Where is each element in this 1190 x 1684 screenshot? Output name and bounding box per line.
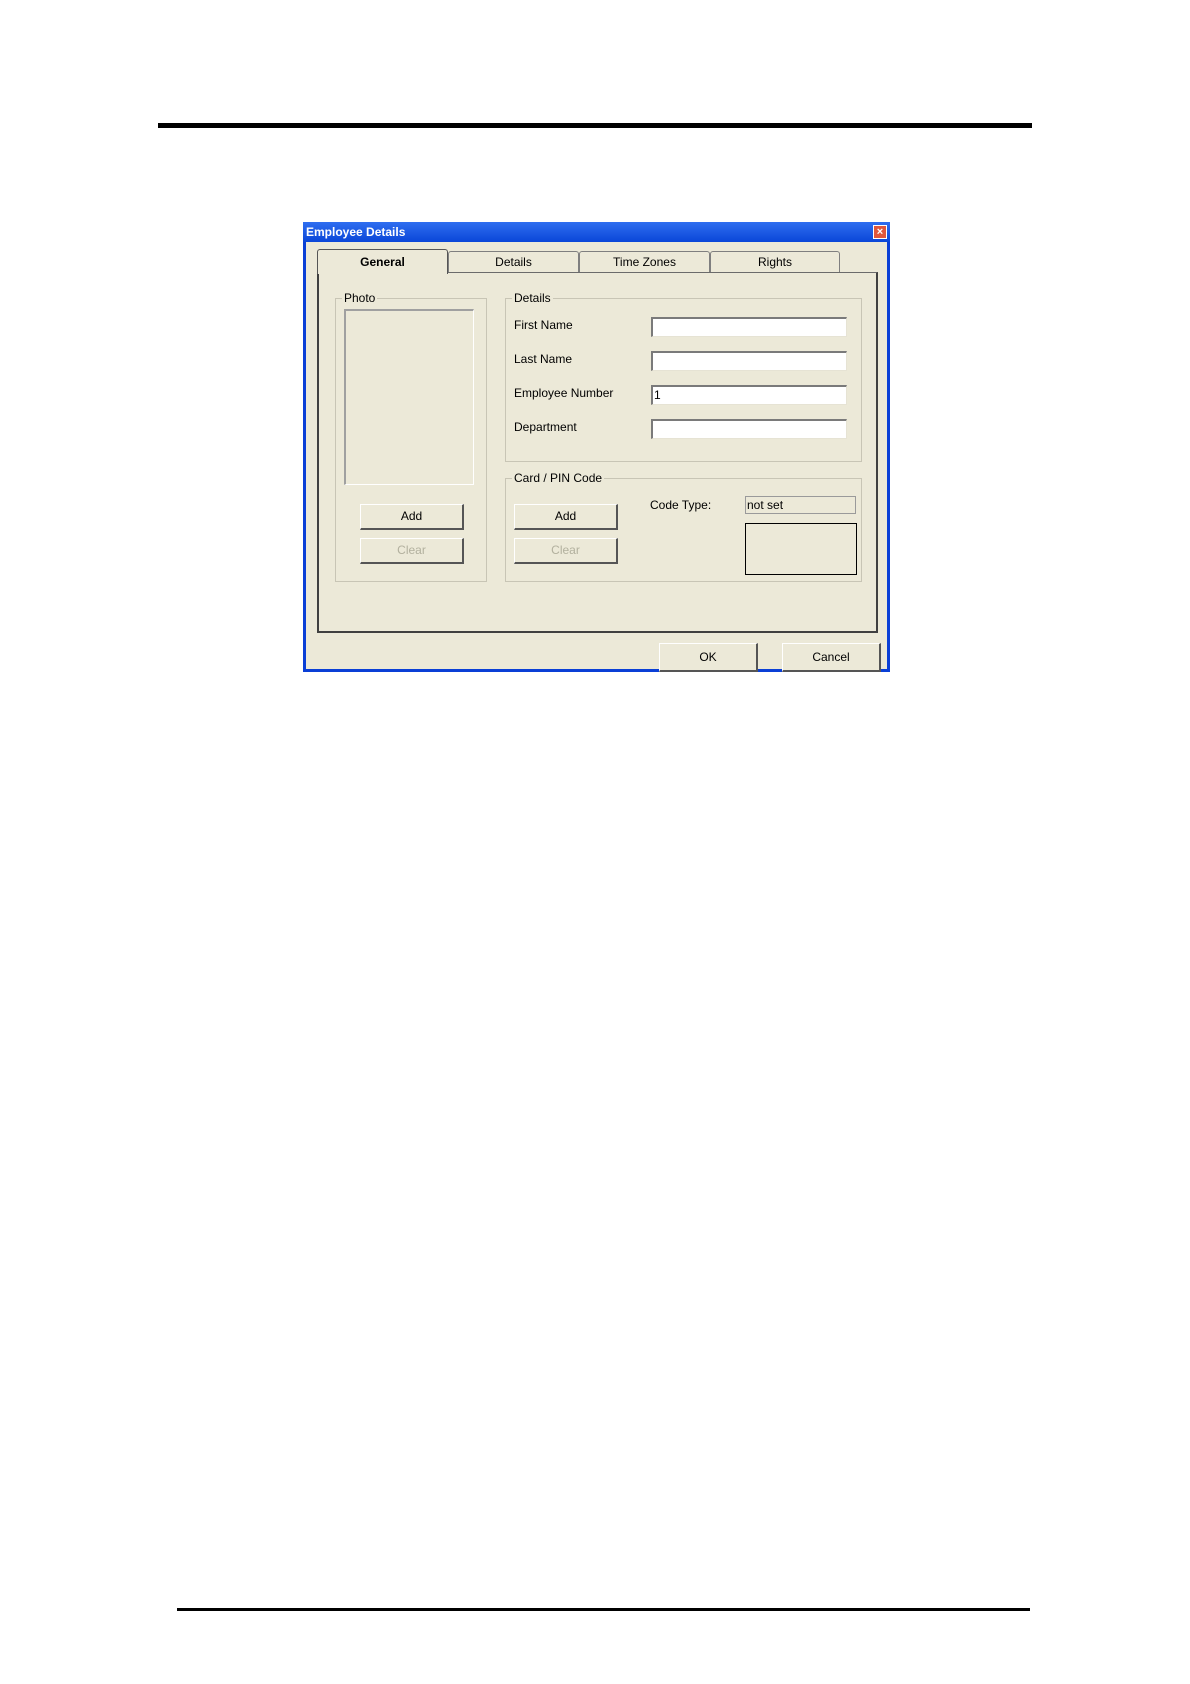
department-label: Department — [514, 420, 577, 434]
photo-preview — [344, 309, 474, 485]
photo-add-button[interactable]: Add — [360, 504, 464, 530]
page-header-rule — [158, 123, 1032, 128]
ok-button[interactable]: OK — [659, 643, 758, 672]
card-pin-group-label: Card / PIN Code — [512, 471, 605, 485]
first-name-field[interactable] — [651, 317, 847, 337]
details-group-label: Details — [512, 291, 553, 305]
photo-group-label: Photo — [342, 291, 378, 305]
tab-general[interactable]: General — [317, 249, 448, 274]
last-name-field[interactable] — [651, 351, 847, 371]
page-footer-rule — [177, 1608, 1030, 1611]
tab-rights[interactable]: Rights — [710, 251, 840, 272]
first-name-label: First Name — [514, 318, 573, 332]
tab-time-zones[interactable]: Time Zones — [579, 251, 710, 272]
code-type-label: Code Type: — [650, 498, 712, 512]
close-icon[interactable]: × — [873, 225, 887, 239]
employee-number-label: Employee Number — [514, 386, 614, 400]
card-clear-button[interactable]: Clear — [514, 538, 618, 564]
department-field[interactable] — [651, 419, 847, 439]
details-group: Details First Name Last Name Employee Nu… — [505, 291, 862, 462]
code-display-box — [745, 523, 857, 575]
tab-details[interactable]: Details — [448, 251, 579, 272]
card-add-button[interactable]: Add — [514, 504, 618, 530]
photo-group: Photo Add Clear — [335, 291, 487, 582]
general-tab-panel: Photo Add Clear Details First Name Last … — [317, 272, 878, 633]
employee-details-dialog: Employee Details × General Details Time … — [303, 222, 890, 672]
window-title: Employee Details — [306, 225, 406, 239]
employee-number-field[interactable]: 1 — [651, 385, 847, 405]
last-name-label: Last Name — [514, 352, 573, 366]
cancel-button[interactable]: Cancel — [782, 643, 881, 672]
card-pin-group: Card / PIN Code Add Clear Code Type: not… — [505, 471, 862, 582]
photo-clear-button[interactable]: Clear — [360, 538, 464, 564]
code-type-value: not set — [745, 496, 856, 514]
title-bar[interactable]: Employee Details × — [303, 222, 890, 242]
dialog-client-area: General Details Time Zones Rights Photo … — [306, 242, 887, 672]
